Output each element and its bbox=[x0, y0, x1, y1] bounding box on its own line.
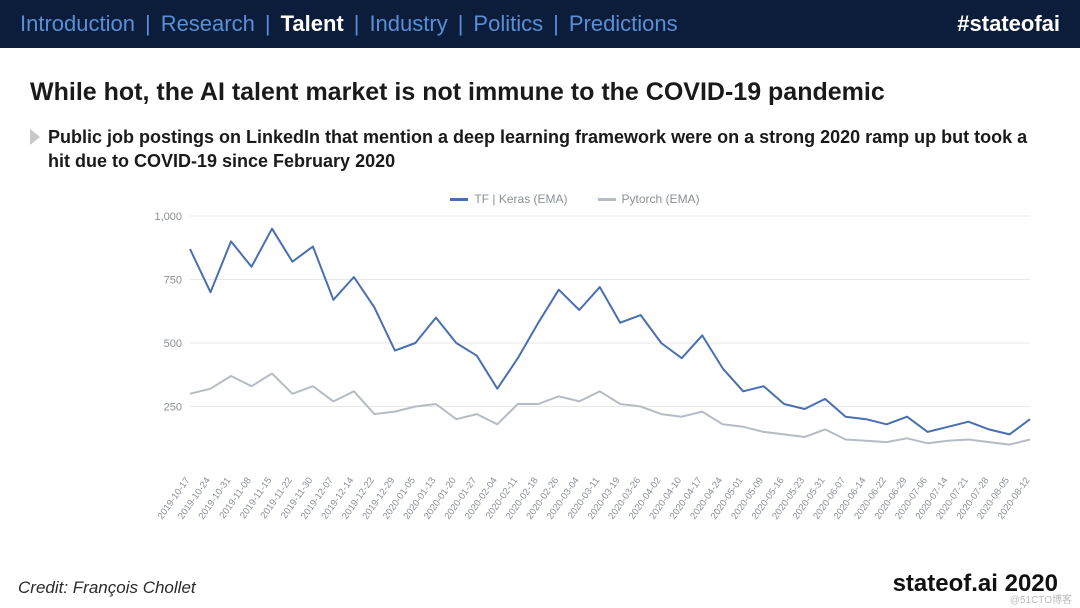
bullet-arrow-icon bbox=[30, 129, 40, 145]
legend-item: Pytorch (EMA) bbox=[598, 192, 700, 206]
series-line bbox=[190, 373, 1030, 444]
watermark: @51CTO博客 bbox=[1010, 591, 1072, 606]
topbar: Introduction|Research|Talent|Industry|Po… bbox=[0, 0, 1080, 48]
y-tick-label: 1,000 bbox=[154, 211, 182, 223]
page-title: While hot, the AI talent market is not i… bbox=[30, 78, 1050, 107]
legend-swatch-icon bbox=[450, 198, 468, 201]
credit-text: Credit: François Chollet bbox=[18, 578, 196, 598]
nav-item-research[interactable]: Research bbox=[161, 11, 255, 37]
series-line bbox=[190, 228, 1030, 434]
chart-legend: TF | Keras (EMA) Pytorch (EMA) bbox=[140, 192, 1010, 206]
nav-separator: | bbox=[255, 11, 281, 37]
legend-swatch-icon bbox=[598, 198, 616, 201]
hashtag: #stateofai bbox=[957, 11, 1060, 37]
content: While hot, the AI talent market is not i… bbox=[0, 48, 1080, 545]
nav-separator: | bbox=[135, 11, 161, 37]
legend-label: TF | Keras (EMA) bbox=[474, 192, 567, 206]
nav-item-talent[interactable]: Talent bbox=[281, 11, 344, 37]
y-tick-label: 750 bbox=[164, 274, 182, 286]
nav: Introduction|Research|Talent|Industry|Po… bbox=[20, 11, 678, 37]
nav-item-industry[interactable]: Industry bbox=[369, 11, 447, 37]
legend-item: TF | Keras (EMA) bbox=[450, 192, 567, 206]
nav-item-politics[interactable]: Politics bbox=[473, 11, 543, 37]
y-tick-label: 500 bbox=[164, 338, 182, 350]
y-tick-label: 250 bbox=[164, 401, 182, 413]
nav-separator: | bbox=[344, 11, 370, 37]
chart-svg: 2505007501,0002019-10-172019-10-242019-1… bbox=[140, 210, 1040, 540]
nav-separator: | bbox=[448, 11, 474, 37]
footer: Credit: François Chollet stateof.ai 2020 bbox=[18, 570, 1058, 598]
nav-separator: | bbox=[543, 11, 569, 37]
chart: TF | Keras (EMA) Pytorch (EMA) 250 500 750 1… bbox=[30, 182, 1050, 545]
nav-item-predictions[interactable]: Predictions bbox=[569, 11, 678, 37]
legend-label: Pytorch (EMA) bbox=[622, 192, 700, 206]
nav-item-introduction[interactable]: Introduction bbox=[20, 11, 135, 37]
page-subtitle: Public job postings on LinkedIn that men… bbox=[48, 125, 1050, 174]
